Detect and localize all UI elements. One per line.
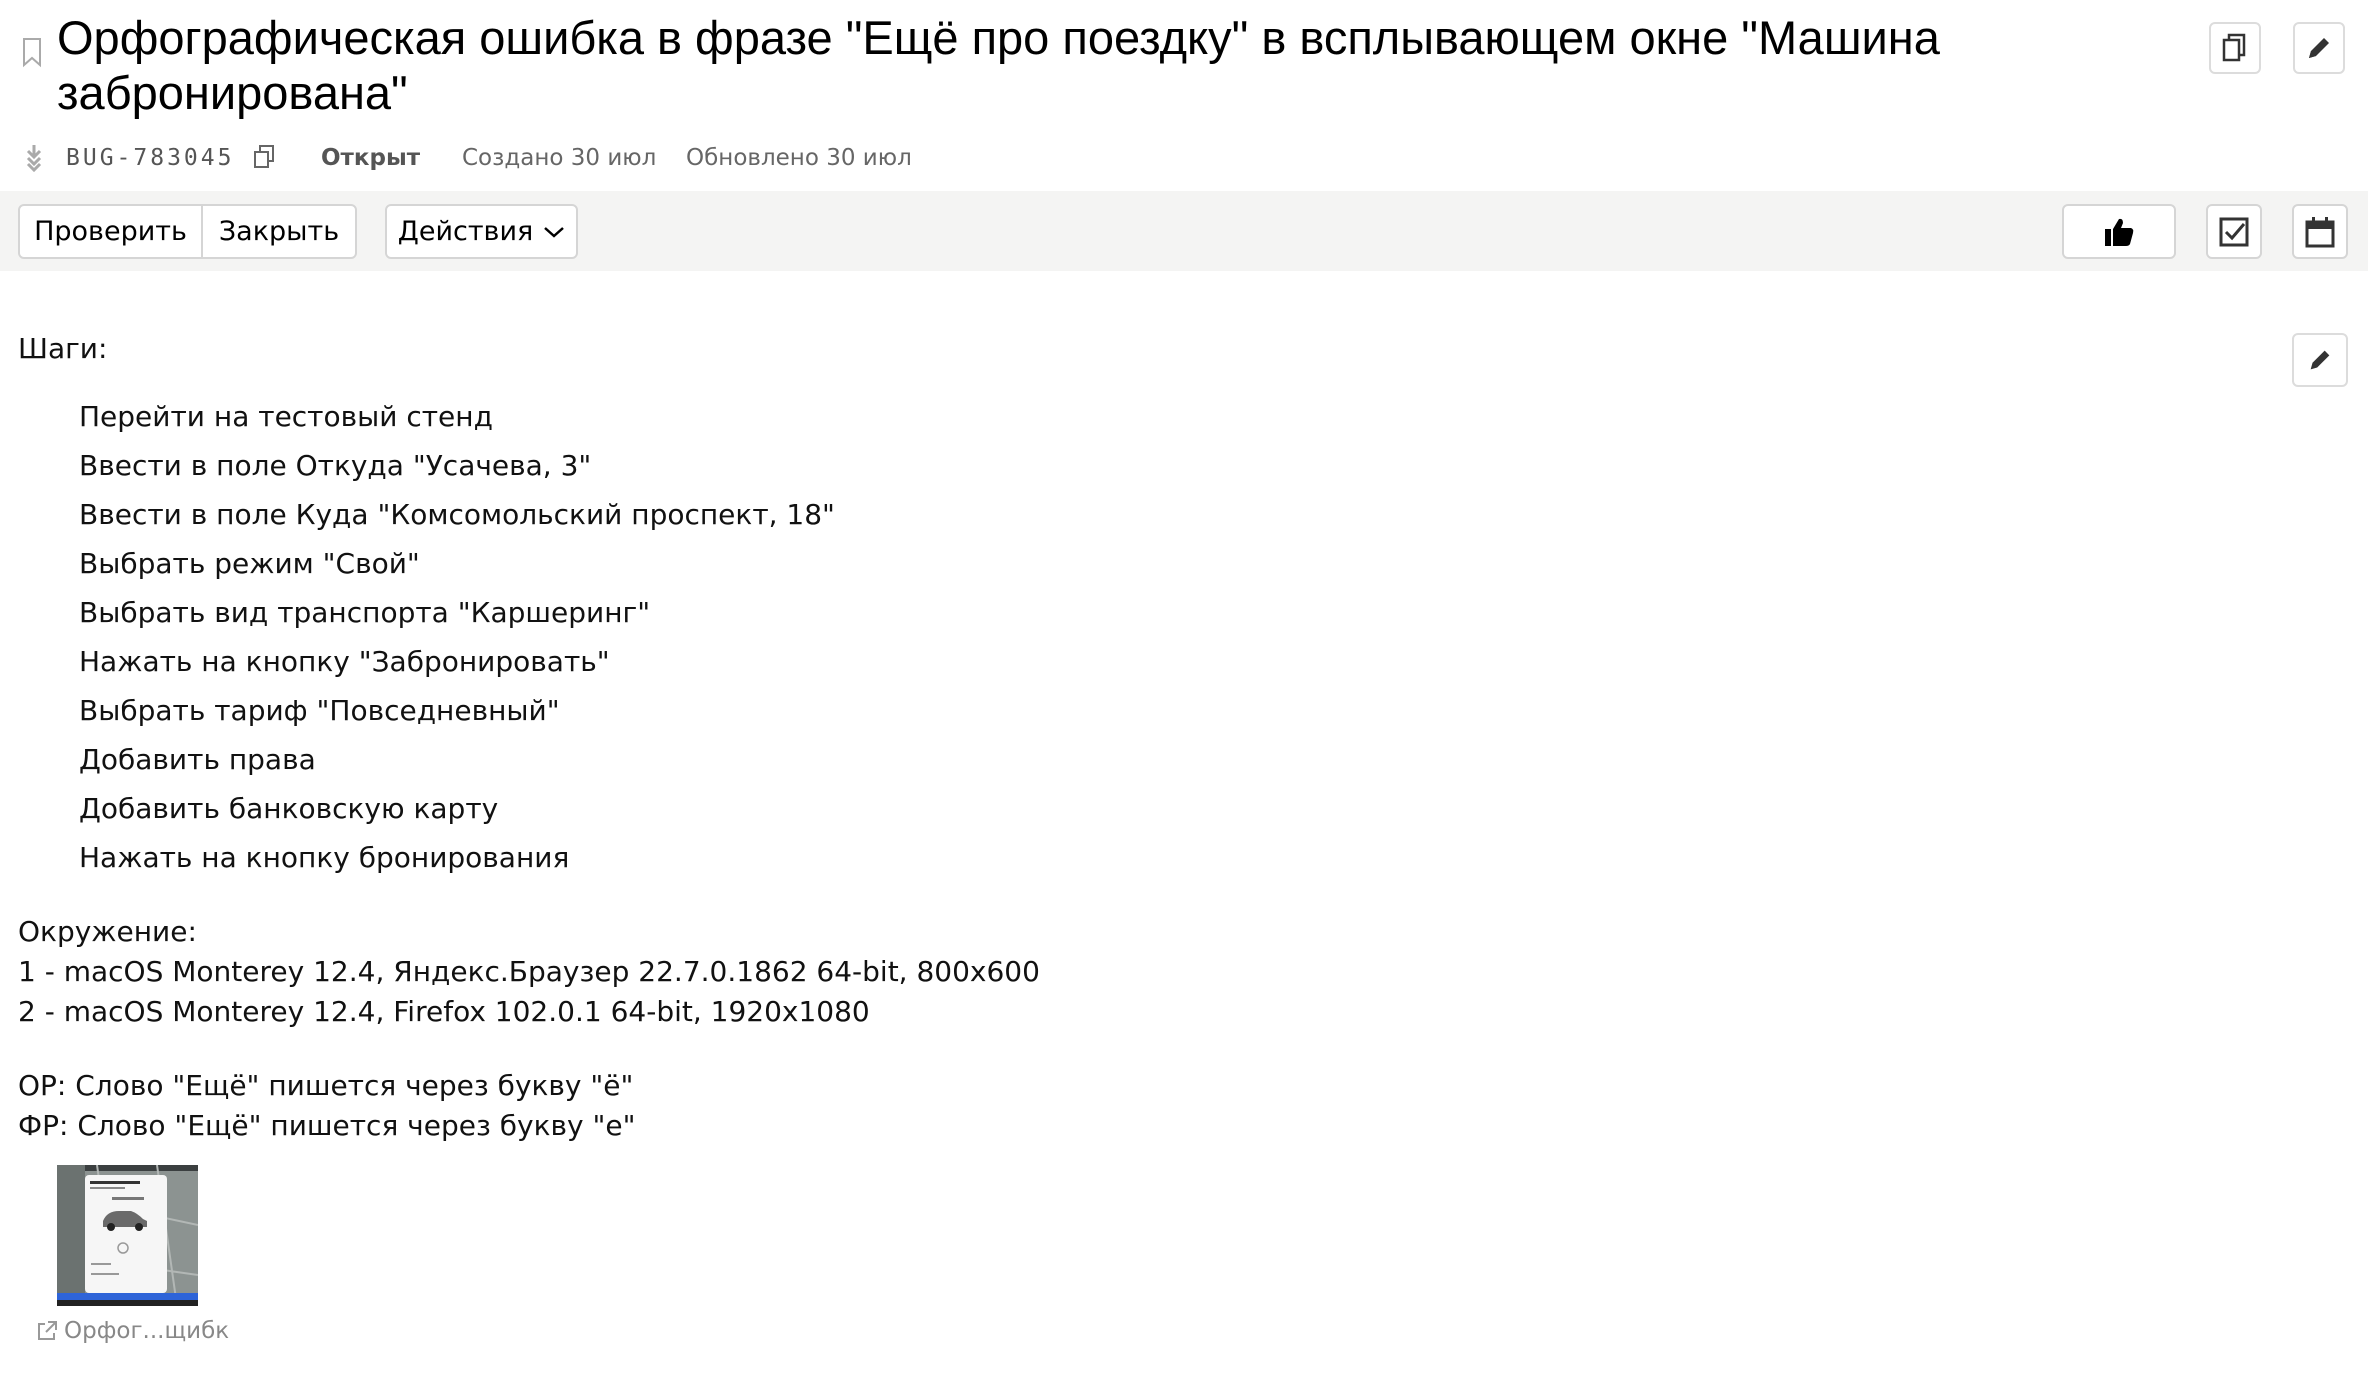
chevron-down-icon: [544, 226, 565, 238]
bug-type-icon: [26, 145, 42, 172]
check-button[interactable]: Проверить: [18, 204, 203, 259]
updated-date: Обновлено 30 июл: [686, 145, 912, 171]
checklist-button[interactable]: [2206, 204, 2262, 259]
issue-key: BUG-783045: [66, 145, 235, 171]
like-button[interactable]: [2062, 204, 2176, 259]
copy-document-icon: [2222, 33, 2246, 62]
attachment-name: Орфог...щибк: [64, 1318, 230, 1344]
pencil-icon: [2309, 38, 2329, 58]
edit-description-button[interactable]: [2292, 333, 2348, 387]
issue-title: Орфографическая ошибка в фразе "Ещё про …: [57, 11, 1940, 119]
status-badge[interactable]: Открыт: [321, 140, 420, 176]
environment-heading: Окружение:: [18, 915, 197, 948]
steps-heading: Шаги:: [18, 332, 108, 365]
copy-icon[interactable]: [252, 144, 276, 170]
actual-result: ФР: Слово "Ещё" пишется через букву "е": [18, 1109, 636, 1142]
external-link-icon: [38, 1321, 57, 1340]
actions-dropdown[interactable]: Действия: [385, 204, 578, 259]
actions-label: Действия: [397, 216, 534, 247]
expected-result: ОР: Слово "Ещё" пишется через букву "ё": [18, 1069, 634, 1102]
calendar-icon: [2305, 216, 2335, 247]
copy-issue-button[interactable]: [2209, 22, 2261, 74]
environment-line: 2 - macOS Monterey 12.4, Firefox 102.0.1…: [18, 995, 870, 1028]
thumbs-up-icon: [2105, 218, 2134, 246]
attachment-link[interactable]: Орфог...щибк: [36, 1318, 229, 1344]
created-date: Создано 30 июл: [462, 145, 657, 171]
close-button[interactable]: Закрыть: [201, 204, 357, 259]
checkbox-icon: [2219, 217, 2249, 246]
screenshot-preview-image: [57, 1165, 198, 1306]
attachment-thumbnail[interactable]: [57, 1165, 198, 1306]
pencil-icon: [2310, 350, 2330, 370]
edit-issue-button[interactable]: [2293, 22, 2345, 74]
bookmark-icon[interactable]: [20, 36, 44, 68]
environment-line: 1 - macOS Monterey 12.4, Яндекс.Браузер …: [18, 955, 1040, 988]
calendar-button[interactable]: [2292, 204, 2348, 259]
